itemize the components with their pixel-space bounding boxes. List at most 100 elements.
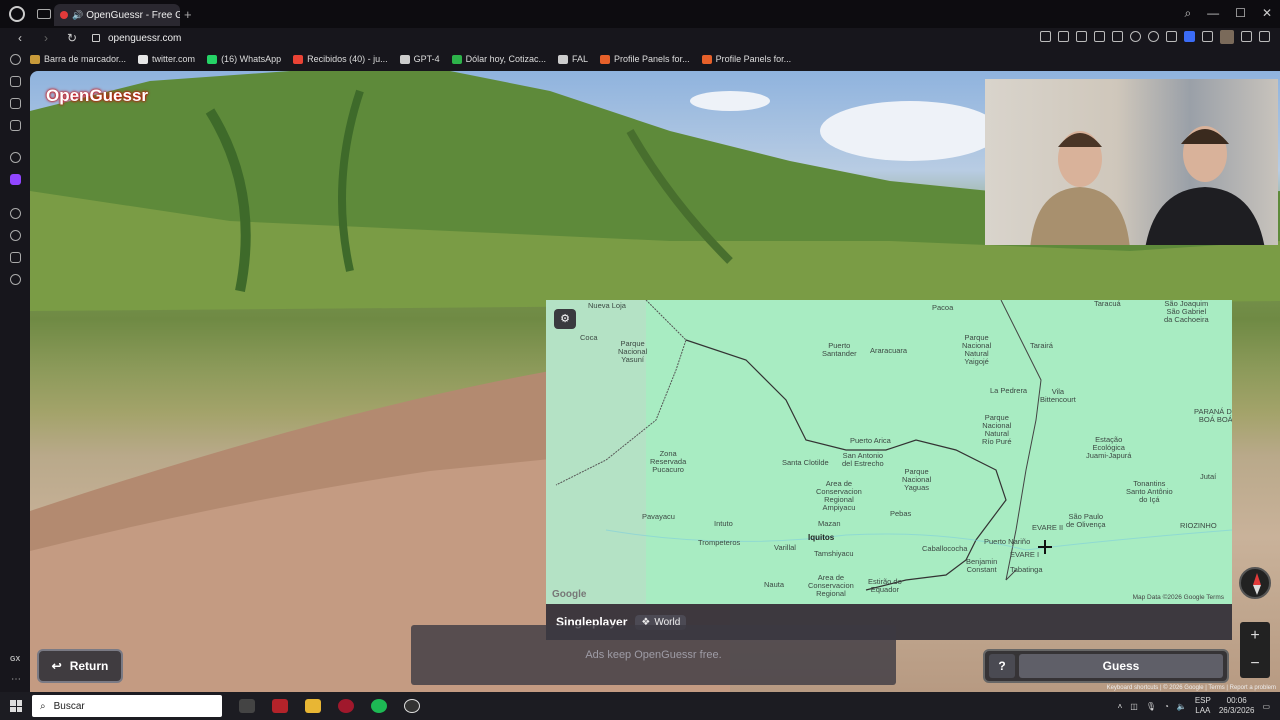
map-settings-icon[interactable]: ⚙ bbox=[554, 309, 576, 329]
puzzle-icon[interactable] bbox=[1202, 31, 1213, 42]
bookmark-item[interactable]: Dólar hoy, Cotizac... bbox=[451, 54, 546, 64]
sidebar-twitch-icon[interactable] bbox=[10, 174, 21, 185]
extension-blue-icon[interactable] bbox=[1184, 31, 1195, 42]
bookmark-favicon-icon bbox=[451, 54, 462, 64]
return-button[interactable]: ↩ Return bbox=[37, 649, 123, 683]
map-attribution[interactable]: Map Data ©2026 Google Terms bbox=[1133, 594, 1224, 601]
back-icon[interactable]: ‹ bbox=[14, 31, 26, 45]
tray-language[interactable]: ESP LAA bbox=[1195, 696, 1211, 716]
map-place-label: Zona Reservada Pucacuro bbox=[650, 449, 687, 474]
compass-icon[interactable] bbox=[1239, 567, 1271, 599]
minimize-icon[interactable]: — bbox=[1207, 6, 1219, 21]
notification-icon[interactable]: ▭ bbox=[1262, 702, 1270, 711]
lock-icon[interactable] bbox=[92, 34, 100, 42]
taskbar-search[interactable]: ⌕ Buscar bbox=[32, 695, 222, 717]
menu-icon[interactable] bbox=[1259, 31, 1270, 42]
return-label: Return bbox=[69, 659, 109, 673]
forward-icon[interactable]: › bbox=[40, 31, 52, 45]
bookmark-favicon-icon bbox=[138, 54, 149, 64]
bookmark-item[interactable]: FAL bbox=[558, 54, 588, 64]
spotify-icon[interactable] bbox=[371, 699, 387, 713]
bookmark-item[interactable]: Barra de marcador... bbox=[30, 54, 126, 64]
sidebar-extensions-icon[interactable] bbox=[10, 252, 21, 263]
translate-icon[interactable] bbox=[1094, 31, 1105, 42]
sidebar-more-icon[interactable]: ⋯ bbox=[11, 674, 21, 685]
app-icon-red[interactable] bbox=[272, 699, 288, 713]
pin-icon[interactable] bbox=[1040, 31, 1051, 42]
bookmark-item[interactable]: Profile Panels for... bbox=[701, 54, 791, 64]
bookmark-item[interactable]: (16) WhatsApp bbox=[207, 54, 281, 64]
streamer-right-image bbox=[1145, 126, 1265, 245]
zoom-in-button[interactable]: + bbox=[1240, 622, 1270, 650]
tab-strip bbox=[0, 0, 1280, 28]
map-cursor-crosshair bbox=[1038, 540, 1052, 554]
task-view-icon[interactable] bbox=[239, 699, 255, 713]
shield-icon[interactable] bbox=[1076, 31, 1087, 42]
close-icon[interactable]: ✕ bbox=[1262, 6, 1272, 21]
sidebar-m-icon[interactable] bbox=[10, 120, 21, 131]
tray-volume-icon[interactable]: 🔈 bbox=[1177, 702, 1187, 711]
bookmark-item[interactable]: Profile Panels for... bbox=[600, 54, 690, 64]
tray-mic-icon[interactable]: 🎙 bbox=[1146, 702, 1156, 711]
map-place-label: Nueva Loja bbox=[588, 301, 626, 310]
bookmark-item[interactable]: Recibidos (40) - ju... bbox=[293, 54, 388, 64]
zoom-out-button[interactable]: − bbox=[1240, 650, 1270, 678]
file-explorer-icon[interactable] bbox=[305, 699, 321, 713]
map-place-label: Taracuá bbox=[1094, 300, 1121, 308]
battery-icon[interactable] bbox=[1166, 31, 1177, 42]
bookmark-favicon-icon bbox=[293, 54, 304, 64]
heart-icon[interactable] bbox=[1148, 31, 1159, 42]
search-icon[interactable]: ⌕ bbox=[1184, 6, 1191, 21]
tab-overview-icon[interactable] bbox=[37, 9, 51, 19]
bookmark-label: (16) WhatsApp bbox=[221, 54, 282, 64]
obs-icon[interactable] bbox=[404, 699, 420, 713]
sidebar-reload-icon[interactable] bbox=[10, 54, 21, 65]
bookmark-label: Barra de marcador... bbox=[44, 54, 127, 64]
tray-wifi-icon[interactable]: ◔ bbox=[1164, 702, 1169, 711]
tray-clock[interactable]: 00:06 26/3/2026 bbox=[1219, 696, 1255, 716]
flow-icon[interactable] bbox=[1112, 31, 1123, 42]
opera-gx-menu-icon[interactable] bbox=[9, 6, 25, 22]
tray-chevron-icon[interactable]: ˄ bbox=[1118, 702, 1123, 711]
gx-label[interactable]: GX bbox=[10, 656, 20, 663]
map-place-label: Area de Conservacion Regional Ampiyacu bbox=[816, 479, 862, 512]
maximize-icon[interactable]: ☐ bbox=[1235, 6, 1246, 21]
reload-icon[interactable]: ↻ bbox=[66, 31, 78, 45]
bookmark-item[interactable]: GPT-4 bbox=[399, 54, 440, 64]
windows-start-icon[interactable] bbox=[10, 700, 22, 712]
map-place-label: EVARE I bbox=[1010, 550, 1040, 559]
help-button[interactable]: ? bbox=[989, 654, 1015, 678]
clock-date: 26/3/2026 bbox=[1218, 706, 1255, 715]
map-place-label: Benjamin Constant bbox=[966, 557, 998, 574]
tab-openguessr[interactable]: 🔊 OpenGuessr - Free Ge bbox=[54, 4, 180, 26]
street-view-attribution[interactable]: Keyboard shortcuts | © 2026 Google | Ter… bbox=[1107, 685, 1276, 691]
tray-network-icon[interactable]: ◫ bbox=[1130, 702, 1138, 711]
download-icon[interactable] bbox=[1241, 31, 1252, 42]
system-tray: ˄ ◫ 🎙 ◔ 🔈 ESP LAA 00:06 26/3/2026 ▭ bbox=[1118, 696, 1270, 716]
sidebar-home-icon[interactable] bbox=[10, 76, 21, 87]
map-place-label: Tarairá bbox=[1030, 341, 1053, 350]
profile-avatar[interactable] bbox=[1220, 30, 1234, 44]
sidebar-chatgpt-icon[interactable] bbox=[10, 152, 21, 163]
sidebar-history-icon[interactable] bbox=[10, 230, 21, 241]
snapshot-icon[interactable] bbox=[1058, 31, 1069, 42]
bookmark-item[interactable]: twitter.com bbox=[138, 54, 195, 64]
guess-map[interactable]: ⚙ Nueva Loja Coca Parque Nacional Yasuní Pa… bbox=[546, 300, 1232, 604]
bookmark-favicon-icon bbox=[558, 54, 569, 64]
search-icon: ⌕ bbox=[40, 700, 46, 712]
play-icon[interactable] bbox=[1130, 31, 1141, 42]
openguessr-logo[interactable]: OpenGuessr bbox=[46, 86, 148, 106]
guess-button[interactable]: Guess bbox=[1019, 654, 1223, 678]
sidebar-settings-icon[interactable] bbox=[10, 274, 21, 285]
map-place-label: Puerto Arica bbox=[850, 436, 891, 445]
url-field[interactable]: openguessr.com bbox=[108, 33, 181, 44]
map-place-label: São Joaquim São Gabriel da Cachoeira bbox=[1164, 300, 1209, 324]
street-view-panorama[interactable]: OpenGuessr ⚙ Nueva Loja Coca Parque Naci… bbox=[30, 71, 1280, 692]
opera-gx-taskbar-icon[interactable] bbox=[338, 699, 354, 713]
map-place-label: Estirão do Equador bbox=[868, 577, 902, 594]
speaker-icon[interactable]: 🔊 bbox=[72, 10, 83, 21]
sidebar-news-icon[interactable] bbox=[10, 98, 21, 109]
sidebar-player-icon[interactable] bbox=[10, 208, 21, 219]
clock-time: 00:06 bbox=[1226, 696, 1247, 705]
new-tab-plus-icon[interactable]: + bbox=[184, 7, 192, 22]
